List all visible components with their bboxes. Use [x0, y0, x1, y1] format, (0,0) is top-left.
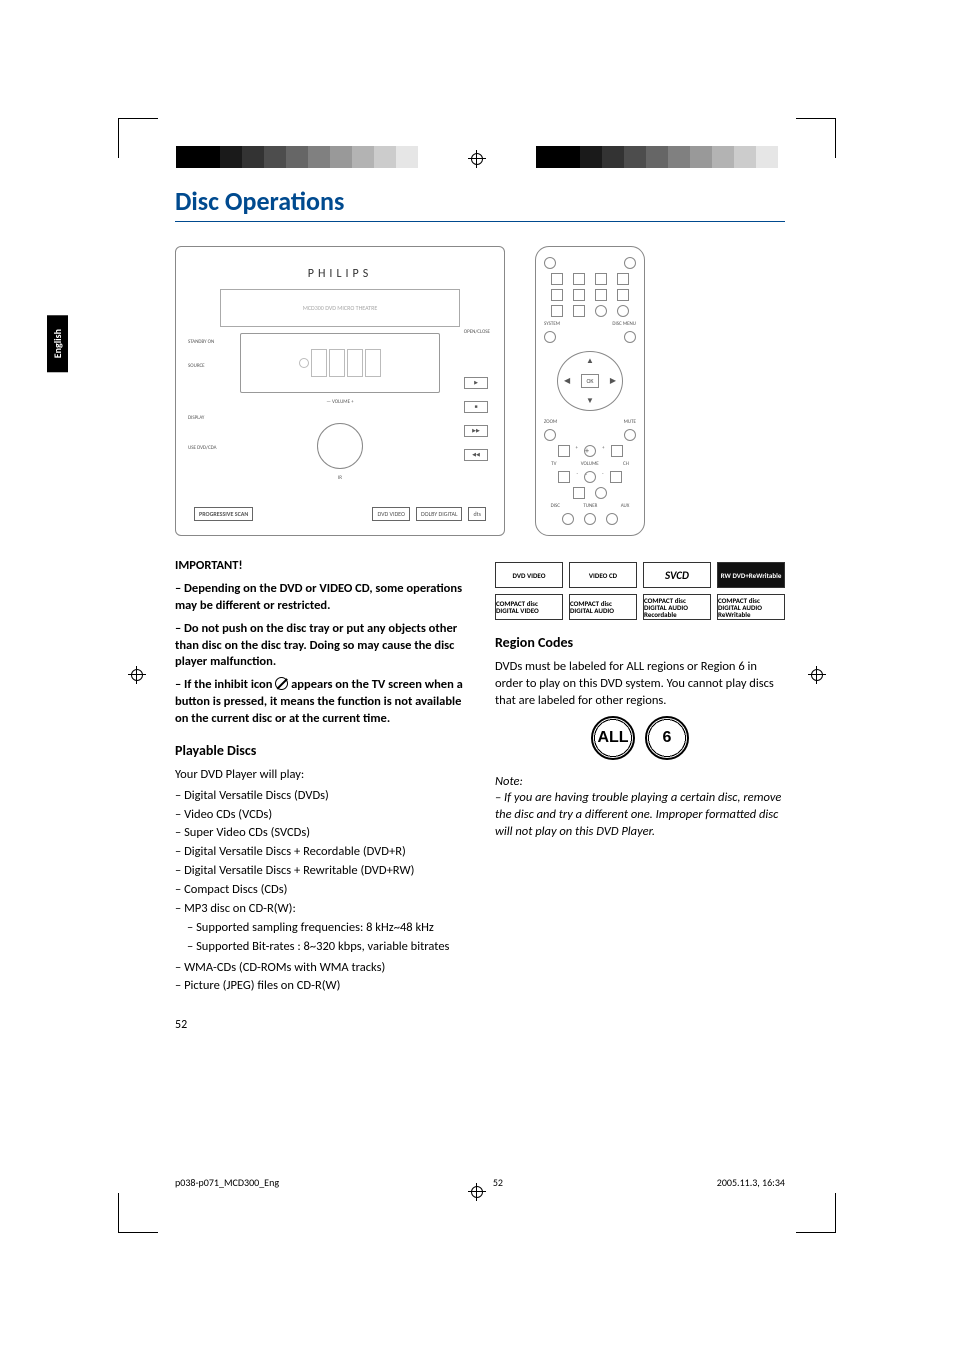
dvd-video-logo: DVD VIDEO: [495, 562, 563, 588]
dvd-player-diagram: PHILIPS MCD300 DVD MICRO THEATRE STANDBY…: [175, 246, 505, 536]
registration-mark: [128, 666, 146, 684]
stop-icon: [595, 487, 607, 499]
discmenu-label: DISC MENU: [612, 321, 636, 327]
color-bar: [176, 146, 418, 168]
footer-timestamp: 2005.11.3, 16:34: [717, 1176, 785, 1189]
important-p1: – Depending on the DVD or VIDEO CD, some…: [175, 581, 465, 615]
lcd-display: [240, 333, 440, 393]
stop-button-icon: ■: [464, 401, 488, 413]
page-title: Disc Operations: [175, 185, 785, 222]
region-6-icon: 6: [645, 716, 689, 760]
playable-intro: Your DVD Player will play:: [175, 767, 465, 784]
prev-button-icon: ◀◀: [464, 449, 488, 461]
progressive-scan-label: PROGRESSIVE SCAN: [194, 507, 253, 521]
list-item: Supported Bit-rates : 8~320 kbps, variab…: [199, 939, 465, 956]
power-icon: [544, 257, 556, 269]
print-footer: p038-p071_MCD300_Eng 52 2005.11.3, 16:34: [175, 1176, 785, 1189]
eject-icon: [624, 257, 636, 269]
region-heading: Region Codes: [495, 634, 785, 653]
important-heading: IMPORTANT!: [175, 558, 465, 575]
standby-label: STANDBY ON: [188, 339, 214, 345]
format-logos: DVD VIDEO VIDEO CD SVCD RW DVD+ReWritabl…: [495, 562, 785, 620]
list-item: WMA-CDs (CD-ROMs with WMA tracks): [175, 960, 465, 977]
page-number: 52: [175, 1017, 465, 1033]
transport-buttons: ▶ ■ ▶▶ ◀◀: [464, 377, 488, 461]
ok-button: OK: [581, 374, 598, 388]
crop-mark: [118, 118, 158, 158]
volume-label: — VOLUME +: [192, 399, 488, 405]
volume-knob: [317, 423, 363, 469]
dolby-logo: DOLBY DIGITAL: [416, 507, 463, 521]
forward-icon: [611, 445, 623, 457]
cd-recordable-logo: COMPACT disc DIGITAL AUDIO Recordable: [643, 594, 711, 620]
dpad: ▲ ▼ ◀ ▶ OK: [557, 351, 623, 411]
list-item: Supported sampling frequencies: 8 kHz~48…: [199, 920, 465, 937]
inhibit-icon: [275, 677, 288, 690]
footer-page: 52: [493, 1176, 503, 1189]
dts-logo: dts: [468, 507, 486, 521]
playable-list-cont: WMA-CDs (CD-ROMs with WMA tracks) Pictur…: [175, 960, 465, 996]
region-all-icon: ALL: [591, 716, 635, 760]
important-p2: – Do not push on the disc tray or put an…: [175, 621, 465, 672]
zoom-label: ZOOM: [544, 419, 557, 425]
note-body: – If you are having trouble playing a ce…: [495, 790, 785, 841]
list-item: MP3 disc on CD-R(W):: [175, 901, 465, 918]
important-p3: – If the inhibit icon appears on the TV …: [175, 677, 465, 728]
playable-list: Digital Versatile Discs (DVDs) Video CDs…: [175, 788, 465, 918]
registration-mark: [808, 666, 826, 684]
disc-label: DISC: [551, 503, 560, 509]
dvd-logo: DVD VIDEO: [372, 507, 410, 521]
list-item: Digital Versatile Discs + Rewritable (DV…: [175, 863, 465, 880]
footer-file: p038-p071_MCD300_Eng: [175, 1176, 279, 1189]
play-pause-icon: [573, 487, 585, 499]
crop-mark: [118, 1193, 158, 1233]
list-item: Digital Versatile Discs + Recordable (DV…: [175, 844, 465, 861]
ch-label: CH: [623, 461, 629, 467]
next-button-icon: ▶▶: [464, 425, 488, 437]
important-section: IMPORTANT! – Depending on the DVD or VID…: [175, 558, 465, 728]
dvd-rw-logo: RW DVD+ReWritable: [717, 562, 785, 588]
registration-mark: [468, 150, 486, 168]
play-button-icon: ▶: [464, 377, 488, 389]
cd-digital-audio-logo: COMPACT disc DIGITAL AUDIO: [569, 594, 637, 620]
rewind-icon: [558, 445, 570, 457]
cd-digital-video-logo: COMPACT disc DIGITAL VIDEO: [495, 594, 563, 620]
open-close-label: OPEN/CLOSE: [464, 329, 490, 335]
crop-mark: [796, 1193, 836, 1233]
svcd-logo: SVCD: [643, 562, 711, 588]
region-body: DVDs must be labeled for ALL regions or …: [495, 659, 785, 710]
source-label: SOURCE: [188, 363, 205, 369]
video-cd-logo: VIDEO CD: [569, 562, 637, 588]
tv-label: TV: [551, 461, 556, 467]
ir-label: IR: [192, 475, 488, 481]
cd-rewritable-logo: COMPACT disc DIGITAL AUDIO ReWritable: [717, 594, 785, 620]
list-item: Picture (JPEG) files on CD-R(W): [175, 978, 465, 995]
disc-tray: MCD300 DVD MICRO THEATRE: [220, 289, 460, 327]
remote-control-diagram: SYSTEMDISC MENU ▲ ▼ ◀ ▶ OK ZOOMMUTE + + …: [535, 246, 645, 536]
tuner-label: TUNER: [583, 503, 597, 509]
system-label: SYSTEM: [544, 321, 560, 327]
crop-mark: [796, 118, 836, 158]
mute-label: MUTE: [624, 419, 636, 425]
display-label: DISPLAY: [188, 415, 204, 421]
usb-label: USE DVD/CDA: [188, 445, 217, 451]
note-label: Note:: [495, 774, 785, 791]
vol-label: VOLUME: [581, 461, 599, 467]
language-tab: English: [47, 315, 68, 372]
playable-sublist: Supported sampling frequencies: 8 kHz~48…: [175, 920, 465, 956]
list-item: Video CDs (VCDs): [175, 807, 465, 824]
list-item: Digital Versatile Discs (DVDs): [175, 788, 465, 805]
list-item: Compact Discs (CDs): [175, 882, 465, 899]
aux-label: AUX: [621, 503, 630, 509]
list-item: Super Video CDs (SVCDs): [175, 825, 465, 842]
color-bar: [536, 146, 778, 168]
brand-label: PHILIPS: [192, 267, 488, 281]
region-icons: ALL 6: [495, 716, 785, 760]
playable-heading: Playable Discs: [175, 742, 465, 761]
